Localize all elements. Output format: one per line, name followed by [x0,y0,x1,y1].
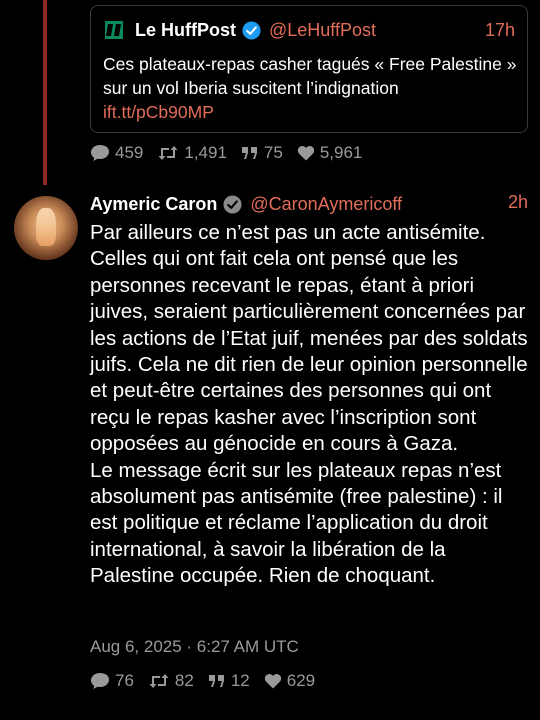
post-header: Aymeric Caron @CaronAymericoff 2h [90,192,528,216]
reply-count: 459 [115,143,144,162]
like-count: 5,961 [319,143,363,162]
post-timestamp[interactable]: 2h [508,192,528,213]
verified-badge-icon [242,20,261,40]
reply-stat[interactable]: 459 [90,143,143,163]
reply-count: 76 [115,671,134,690]
quoted-link[interactable]: ift.tt/pCb90MP [103,100,517,124]
comment-icon [91,673,109,689]
quote-stat[interactable]: 75 [241,143,283,163]
retweet-icon [158,146,178,160]
author-handle[interactable]: @CaronAymericoff [250,194,402,215]
quote-stat[interactable]: 12 [208,671,250,691]
quote-icon [208,675,224,687]
huffpost-logo-icon [105,21,123,39]
avatar[interactable] [14,196,78,260]
quoted-timestamp[interactable]: 17h [485,20,515,41]
retweet-icon [149,674,169,688]
like-count: 629 [286,671,316,690]
post-stats-bar: 76 82 12 629 [90,671,329,691]
retweet-count: 1,491 [184,143,227,162]
quote-icon [241,147,257,159]
like-stat[interactable]: 5,961 [297,143,363,163]
post-date[interactable]: Aug 6, 2025 · 6:27 AM UTC [90,637,299,657]
retweet-stat[interactable]: 82 [148,671,194,691]
quoted-stats-bar: 459 1,491 75 5,961 [90,143,376,163]
comment-icon [91,145,109,161]
quoted-author-handle[interactable]: @LeHuffPost [269,20,376,41]
retweet-stat[interactable]: 1,491 [157,143,227,163]
quote-count: 12 [230,671,250,690]
verified-grey-badge-icon [223,194,242,214]
avatar-image [36,208,56,246]
author-name[interactable]: Aymeric Caron [90,194,217,215]
quoted-tweet-header: Le HuffPost @LeHuffPost [105,18,376,42]
quoted-tweet-text: Ces plateaux-repas casher tagués « Free … [103,52,517,124]
heart-icon [297,146,314,161]
post-text: Par ailleurs ce n’est pas un acte antisé… [90,221,528,588]
heart-icon [264,674,281,689]
thread-line [43,0,47,185]
reply-stat[interactable]: 76 [90,671,134,691]
like-stat[interactable]: 629 [264,671,315,691]
quoted-tweet-card[interactable]: Le HuffPost @LeHuffPost 17h Ces plateaux… [90,5,528,133]
quoted-author-name[interactable]: Le HuffPost [135,20,236,41]
quote-count: 75 [263,143,283,162]
quoted-text: Ces plateaux-repas casher tagués « Free … [103,54,517,98]
retweet-count: 82 [174,671,194,690]
